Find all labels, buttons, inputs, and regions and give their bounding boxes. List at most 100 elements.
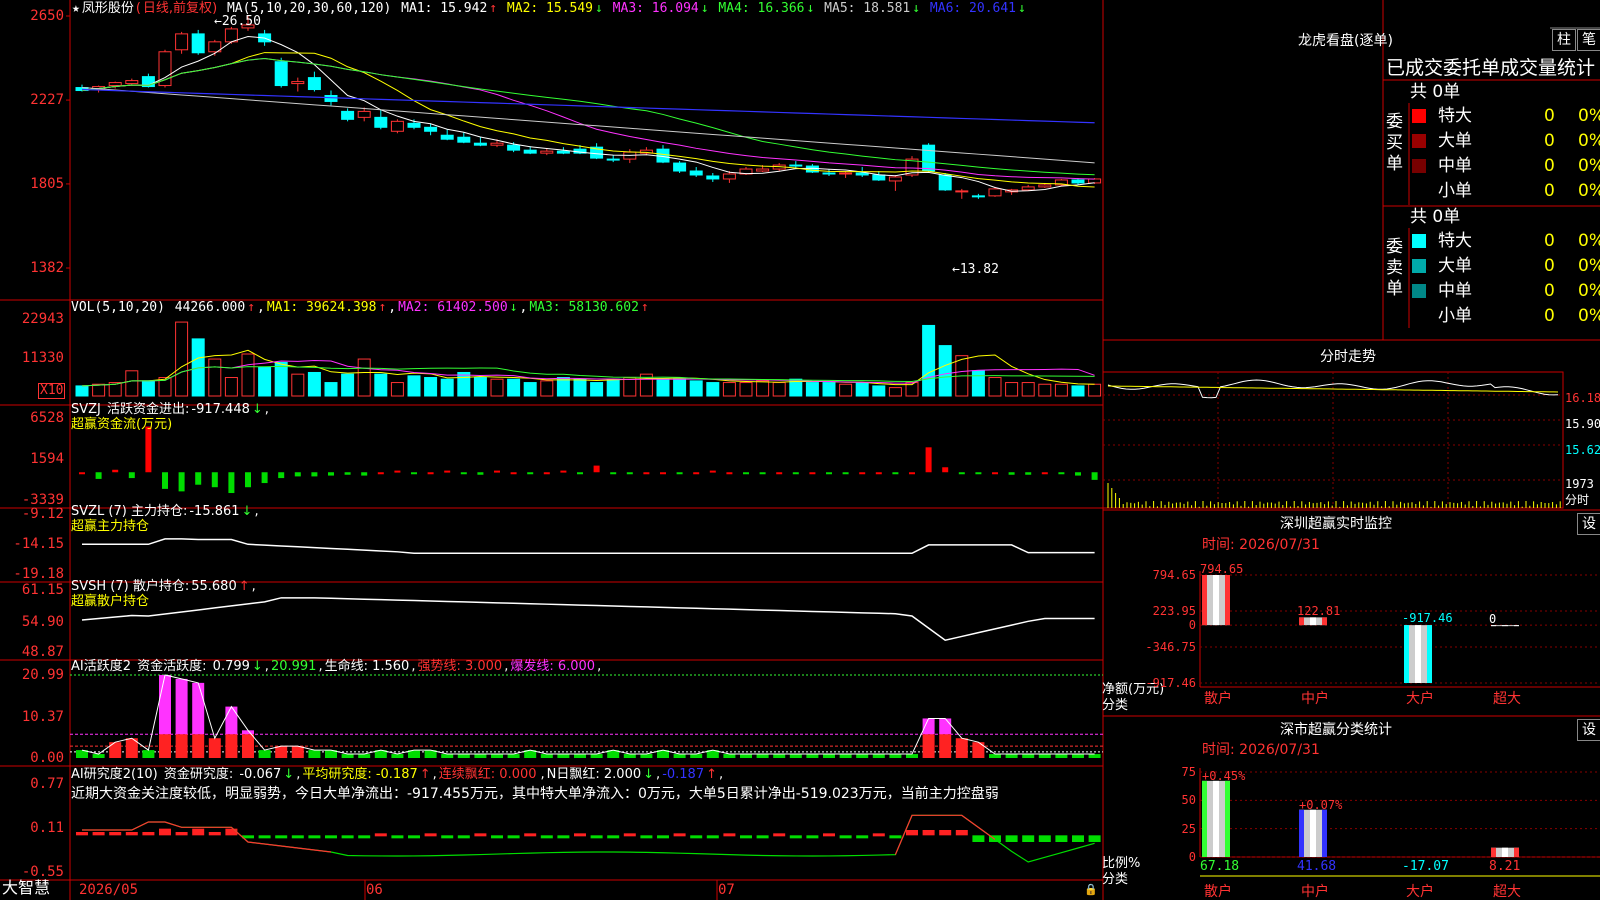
stats-cat-0: 散户: [1204, 884, 1232, 900]
tick-mode-button[interactable]: 笔: [1577, 29, 1600, 51]
candle-body-19: [390, 120, 404, 132]
vol-bar-58: [1038, 383, 1052, 397]
vol-bar-56: [1005, 382, 1019, 397]
stats-bar-shine-1: [1310, 809, 1316, 857]
vol-ma-value-1: MA1: 39624.398: [266, 300, 377, 315]
svzj-bar-40: [743, 472, 749, 475]
vol-bar-10: [241, 353, 255, 397]
buy-label-1: 大单: [1438, 131, 1472, 151]
svzj-bar-5: [162, 472, 168, 489]
ai5-bar-22: [441, 754, 454, 758]
vol-bar-13: [291, 373, 305, 397]
svzj-bar-54: [975, 472, 982, 475]
ai6-bar-54: [972, 835, 985, 842]
ma-value-4: MA4: 16.366: [710, 1, 805, 16]
star-icon: ★: [72, 1, 80, 16]
svzj-bar-33: [626, 472, 633, 475]
buy-row-2: 中单 0 0%: [1410, 154, 1600, 178]
svzj-bar-56: [1008, 472, 1015, 475]
vol-tick-1: 11330: [21, 349, 64, 366]
svzj-bar-61: [1091, 472, 1098, 480]
ai6-sep-3: ,: [719, 767, 724, 782]
ai6-bar-26: [507, 835, 520, 839]
vol-bar-51: [922, 324, 936, 397]
buy-row-0: 特大 0 0%: [1410, 104, 1600, 128]
svzj-header: SVZJ 活跃资金进出: -917.448 ↓,: [71, 402, 269, 417]
ai5-bar-34: [640, 754, 653, 758]
monitor-tick-4: -917.46: [1145, 676, 1196, 690]
fenshi-title: 分时走势: [1320, 349, 1376, 365]
candle-body-13: [291, 81, 305, 85]
vol-bar-22: [440, 378, 454, 397]
stats-bar-edge2-1: [1322, 809, 1327, 857]
candle-body-61: [1088, 178, 1102, 184]
svzj-bar-24: [477, 472, 484, 475]
svzj-bar-28: [543, 472, 550, 475]
ai6-bar-2: [109, 832, 122, 836]
ai6-bar-56: [1005, 835, 1018, 842]
vol-bar-37: [689, 380, 703, 397]
candle-body-2: [108, 82, 122, 87]
stats-bar-edge-1: [1299, 809, 1304, 857]
vol-ma-trend-1: ↑: [378, 300, 387, 315]
fenshi-tick-3: 1973: [1565, 477, 1594, 491]
stats-title: 深市超赢分类统计: [1280, 722, 1392, 738]
ai6-bar-22: [441, 835, 454, 839]
svsh-tick-0: 61.15: [21, 582, 64, 598]
period-label[interactable]: 日线,前复权: [143, 1, 212, 16]
ai6-bar-28: [540, 835, 553, 839]
vol-bar-55: [988, 377, 1002, 397]
ai5-bar-42: [773, 754, 786, 758]
stats-xlabel: 分类: [1102, 872, 1129, 887]
ai5-bar-9: [225, 734, 238, 758]
ai5-bar-55: [989, 754, 1001, 758]
ai5-sep-0: ,: [318, 659, 323, 674]
candle-body-32: [606, 158, 620, 161]
ai5-bar-17: [358, 754, 371, 758]
vol-ma-value-3: MA3: 58130.602: [529, 300, 639, 315]
stats-cat-1: 中户: [1301, 884, 1329, 900]
ai5-bar-45: [823, 754, 835, 758]
monitor-time: 时间: 2026/07/31: [1202, 537, 1320, 553]
ai5-bar-7: [192, 734, 205, 758]
vol-bar-48: [872, 385, 886, 397]
candle-body-16: [341, 110, 355, 120]
ai5-bar-61: [1088, 754, 1101, 758]
high-annotation: ←26.50: [214, 14, 261, 29]
svzj-bar-23: [460, 472, 467, 475]
bar-mode-button[interactable]: 柱: [1552, 29, 1576, 51]
stock-name[interactable]: 凤形股份: [82, 1, 134, 16]
vol-sep-0: ,: [388, 300, 397, 315]
price-tick-2: 1805: [30, 175, 64, 192]
stats-settings-button[interactable]: 设: [1577, 719, 1600, 741]
candle-body-36: [673, 162, 687, 172]
ai6-bar-50: [906, 830, 918, 836]
svzj-bar-35: [660, 472, 666, 475]
monitor-bar-edge-1: [1299, 617, 1304, 626]
ma-value-5: MA5: 18.581: [816, 1, 911, 16]
ai6-item-3: -0.187: [662, 767, 705, 782]
svzj-bar-51: [925, 447, 932, 473]
monitor-settings-button[interactable]: 设: [1577, 513, 1600, 535]
vol-bar-15: [324, 382, 338, 397]
ai6-bar-14: [308, 835, 321, 839]
ai5-item-1: 生命线: 1.560: [324, 659, 410, 674]
ai6-bar-36: [673, 833, 686, 837]
svzl-line: [82, 538, 1095, 554]
vol-bar-26: [507, 378, 521, 397]
lock-icon[interactable]: 🔒: [1084, 883, 1098, 897]
ai6-bar-11: [258, 835, 271, 839]
vol-bar-54: [971, 370, 985, 397]
vol-bar-24: [473, 377, 487, 397]
buy-label-0: 特大: [1438, 106, 1472, 126]
vol-bar-19: [390, 382, 404, 397]
svzj-bar-1: [95, 472, 102, 479]
ai5-bar-48: [872, 754, 885, 758]
ai5-bar-24: [474, 754, 487, 758]
ai6-bar-34: [640, 835, 653, 839]
ai6-trend-3: ↑: [706, 767, 718, 782]
stats-cat-2: 大户: [1406, 884, 1434, 900]
chart-canvas: [0, 0, 1600, 900]
monitor-bar-shine-0: [1213, 575, 1219, 626]
ai5-tick-1: 10.37: [21, 708, 64, 725]
